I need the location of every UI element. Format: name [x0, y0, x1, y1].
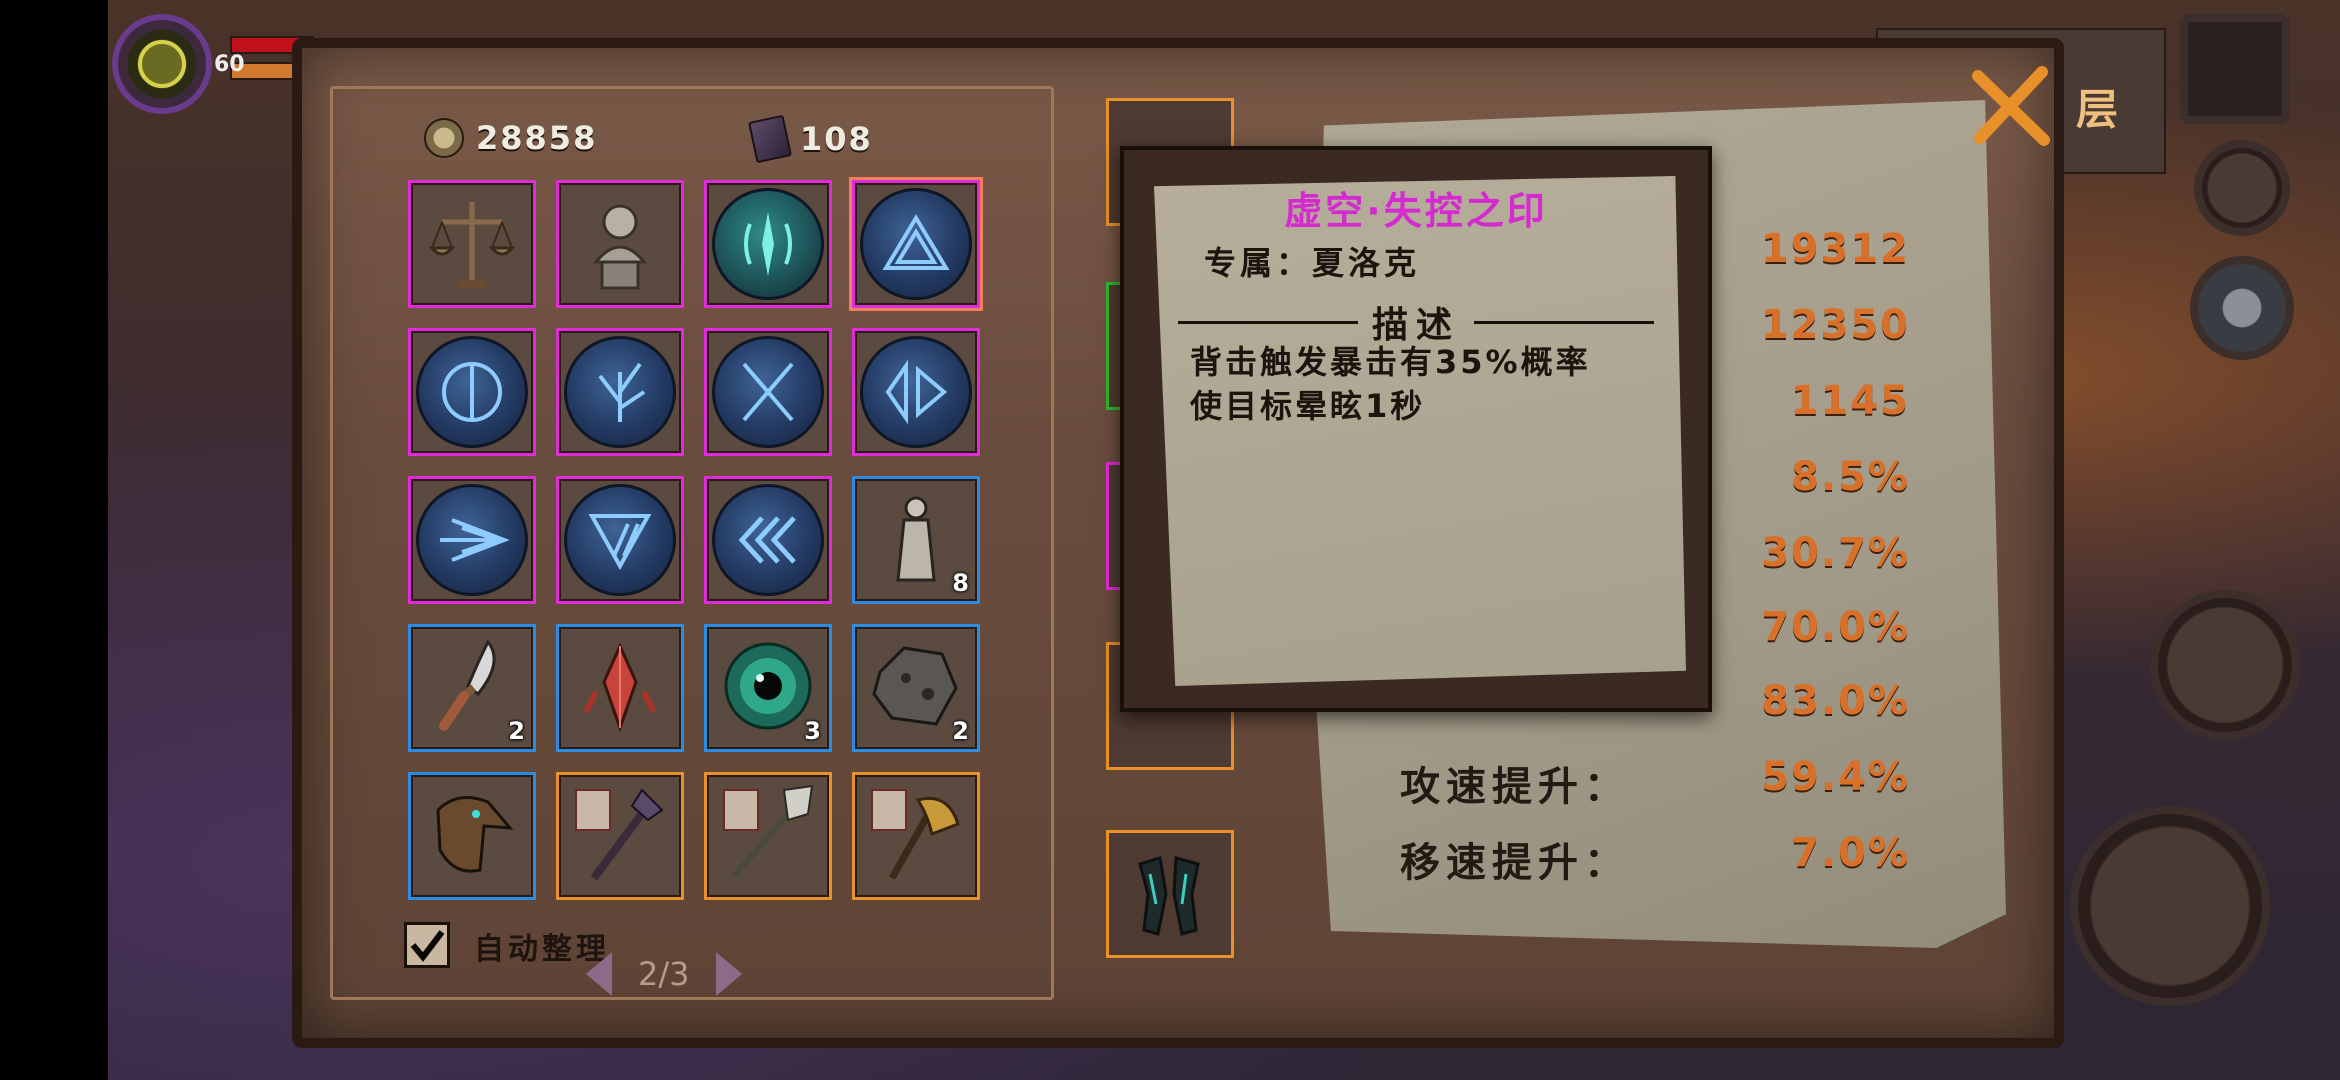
inventory-slot[interactable] [556, 476, 684, 604]
class-emblem-icon [138, 40, 186, 88]
player-level: 60 [214, 52, 245, 77]
half-circle-rune-icon [416, 336, 528, 448]
burst-rune-icon [416, 484, 528, 596]
stat-value: 59.4% [1761, 754, 1910, 800]
page-indicator: 2/3 [638, 955, 690, 993]
inventory-slot[interactable] [408, 476, 536, 604]
character-portrait[interactable] [112, 14, 212, 114]
stat-value: 70.0% [1761, 604, 1910, 650]
pagination: 2/3 [586, 952, 742, 996]
stat-label: 攻速提升： [1400, 764, 1630, 810]
inventory-slot[interactable] [704, 180, 832, 308]
stat-value: 83.0% [1761, 678, 1910, 724]
bird-mask-icon [418, 780, 526, 892]
statue-bust-icon [566, 188, 674, 300]
inventory-slot[interactable] [852, 328, 980, 456]
inventory-slot[interactable] [704, 772, 832, 900]
diamond-rune-icon [860, 336, 972, 448]
chevrons-rune-icon [712, 484, 824, 596]
tome-amount: 108 [800, 120, 873, 158]
stat-value: 7.0% [1791, 830, 1910, 876]
divider-line-left [1178, 320, 1358, 324]
detective-avatar-button[interactable] [2180, 14, 2290, 124]
settings-gear-button[interactable] [2190, 256, 2294, 360]
slash-triangle-rune-icon [564, 484, 676, 596]
item-count: 3 [804, 717, 821, 745]
inventory-slot[interactable] [556, 328, 684, 456]
inventory-slot[interactable] [408, 772, 536, 900]
inventory-slot[interactable] [556, 624, 684, 752]
divider-line-right [1474, 320, 1655, 324]
scales-icon [418, 188, 526, 300]
inventory-slot[interactable] [852, 180, 980, 308]
inventory-slot[interactable] [408, 180, 536, 308]
tooltip-owner: 专属：夏洛克 [1204, 244, 1421, 282]
prev-page-button[interactable] [586, 952, 612, 996]
inventory-slot[interactable] [556, 772, 684, 900]
tooltip-title: 虚空·失控之印 [1284, 189, 1548, 233]
tome-icon [748, 114, 792, 164]
tome-counter: 108 [748, 114, 873, 164]
stat-row: 攻速提升： 59.4% [1400, 754, 1910, 812]
equip-slot-gloves[interactable] [1106, 830, 1234, 958]
inventory-grid: 8 2 3 2 [408, 180, 980, 900]
tooltip-description: 背击触发暴击有35%概率 使目标晕眩1秒 [1190, 340, 1670, 428]
claw-gloves-icon [1138, 856, 1200, 936]
coin-amount: 28858 [476, 119, 598, 157]
staff-weapon-icon [566, 780, 674, 892]
coin-icon [424, 118, 464, 158]
crossed-blades-rune-icon [712, 336, 824, 448]
inventory-slot[interactable]: 2 [408, 624, 536, 752]
next-page-button[interactable] [715, 952, 742, 996]
inventory-slot[interactable] [704, 476, 832, 604]
spear-weapon-icon [714, 780, 822, 892]
tooltip-desc-line: 背击触发暴击有35%概率 [1190, 343, 1591, 381]
attack-dagger-button[interactable] [2070, 806, 2270, 1006]
golden-axe-icon [862, 780, 970, 892]
magnifier-button[interactable] [2194, 140, 2290, 236]
item-count: 2 [508, 717, 525, 745]
inventory-slot[interactable]: 8 [852, 476, 980, 604]
stat-row: 移速提升： 7.0% [1400, 830, 1910, 888]
eye-skill-button[interactable] [2150, 590, 2300, 740]
floor-label: 层 [2076, 85, 2119, 134]
stat-label: 移速提升： [1400, 840, 1630, 886]
tooltip-desc-line: 使目标晕眩1秒 [1190, 387, 1426, 425]
inventory-slot[interactable] [852, 772, 980, 900]
branch-rune-icon [564, 336, 676, 448]
inventory-slot[interactable]: 3 [704, 624, 832, 752]
inventory-slot[interactable] [408, 328, 536, 456]
item-count: 8 [952, 569, 969, 597]
item-count: 2 [952, 717, 969, 745]
stat-value: 8.5% [1791, 454, 1910, 500]
triangle-rune-icon [860, 188, 972, 300]
stat-value: 12350 [1760, 302, 1910, 348]
stat-value: 1145 [1790, 378, 1910, 424]
inventory-slot[interactable] [704, 328, 832, 456]
teal-rune-icon [712, 188, 824, 300]
coin-counter: 28858 [424, 118, 597, 158]
close-icon[interactable] [1968, 64, 2054, 150]
crystal-icon [566, 632, 674, 744]
inventory-slot[interactable]: 2 [852, 624, 980, 752]
checkmark-icon [410, 930, 445, 962]
stat-value: 30.7% [1761, 530, 1910, 576]
auto-sort-checkbox[interactable] [404, 922, 450, 968]
stat-value: 19312 [1760, 226, 1910, 272]
inventory-slot[interactable] [556, 180, 684, 308]
